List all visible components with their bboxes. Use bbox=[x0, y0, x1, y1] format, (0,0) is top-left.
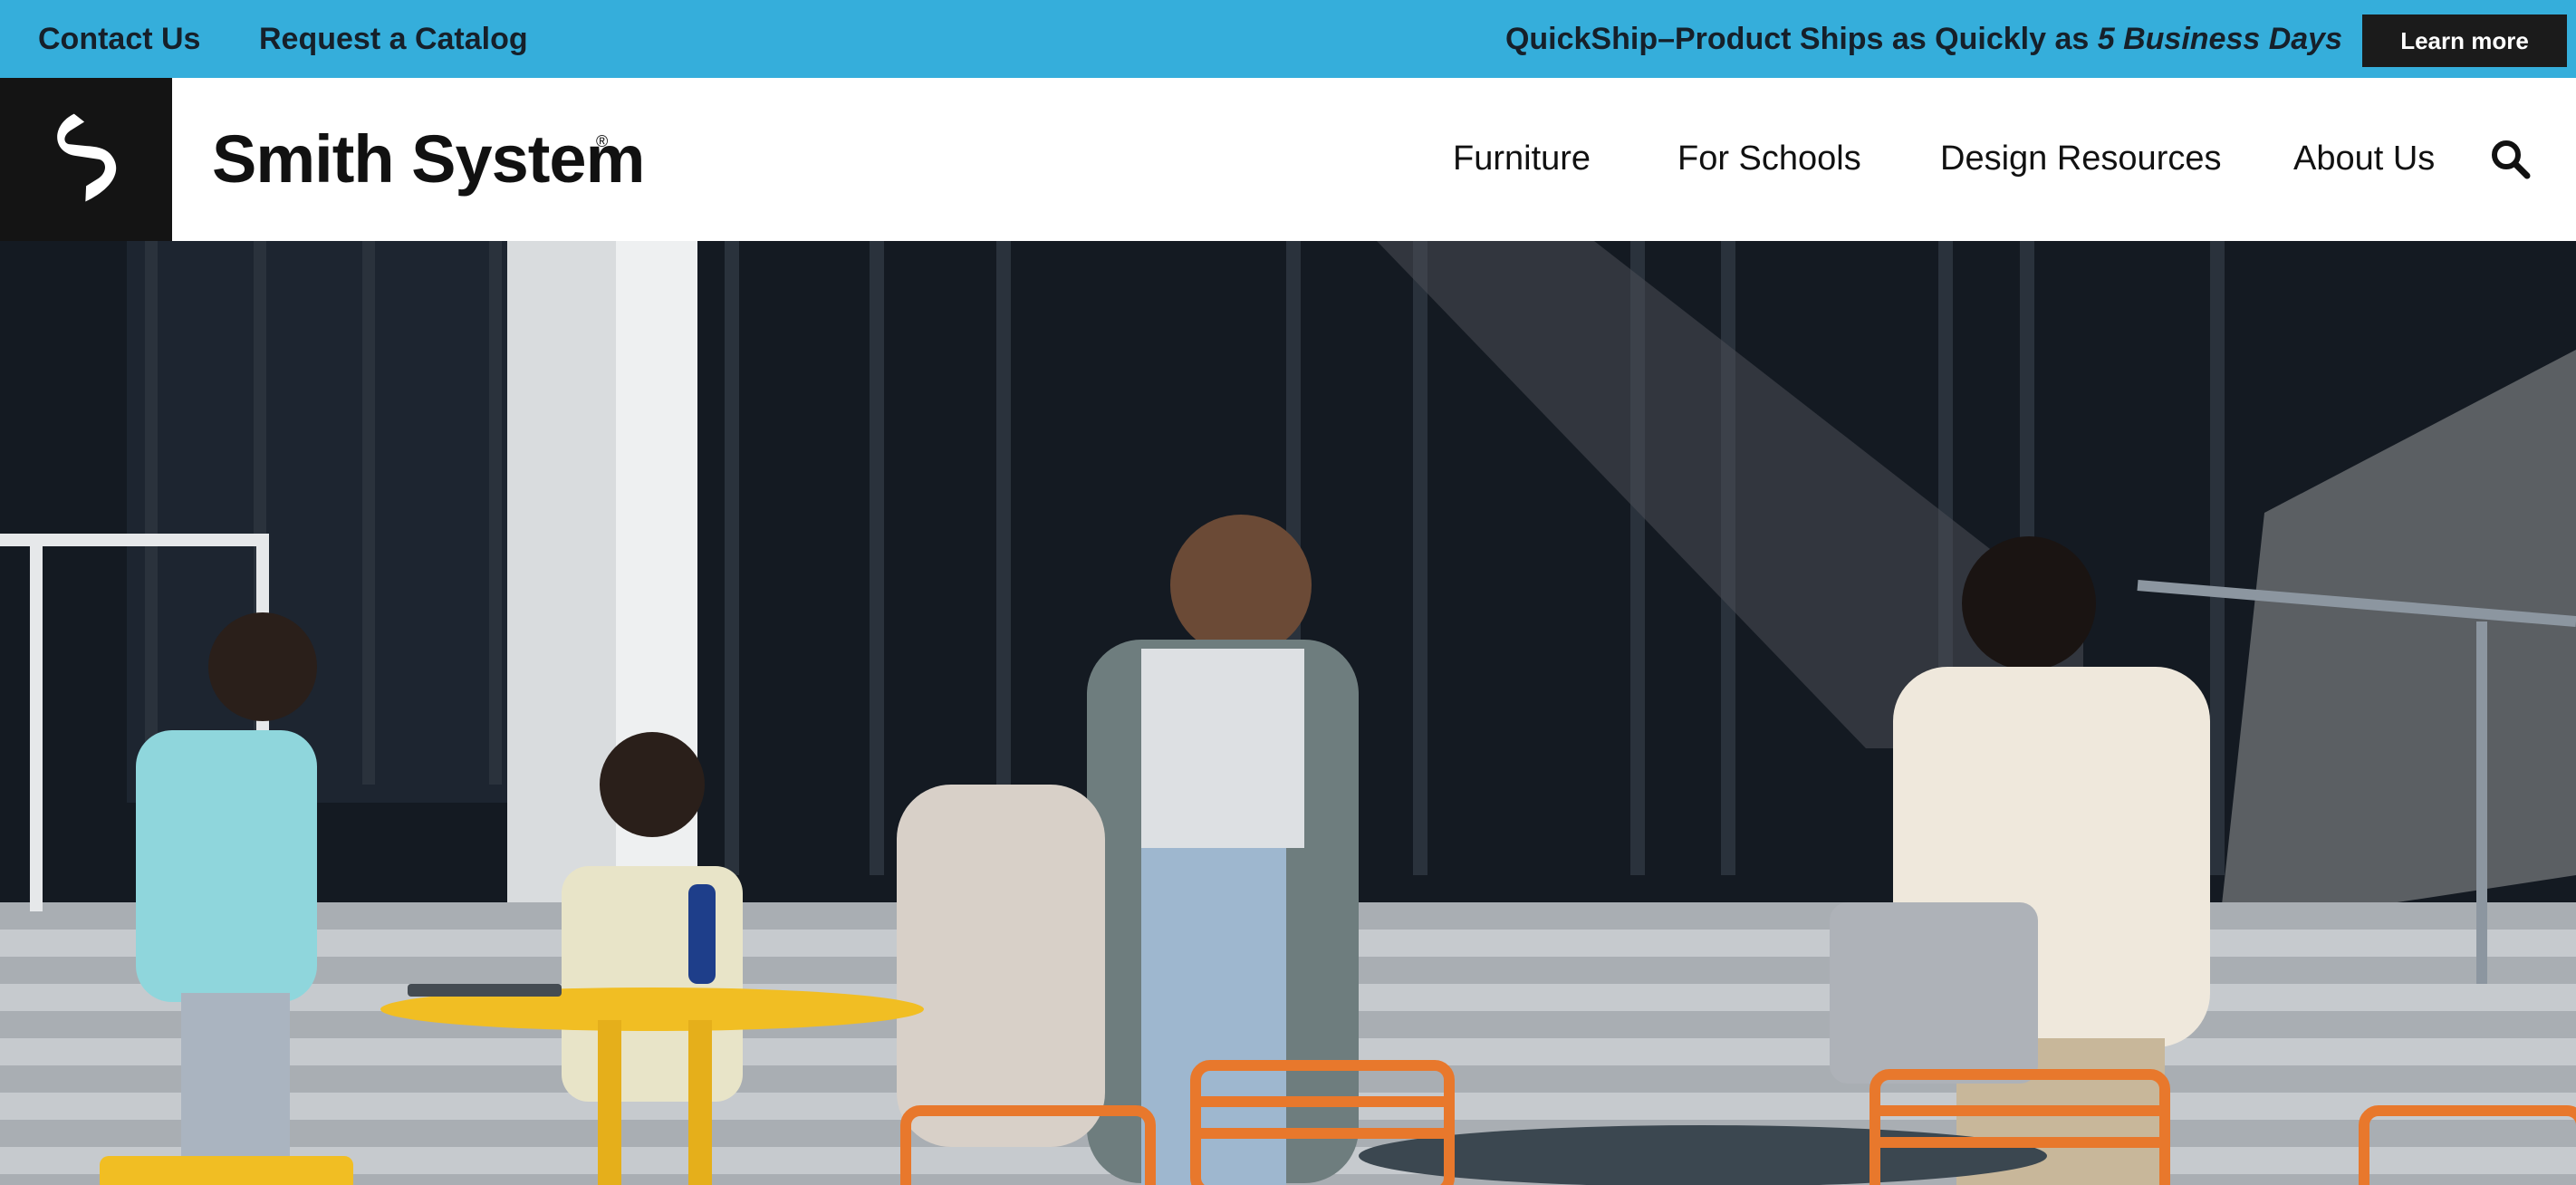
hero-scene bbox=[0, 241, 2576, 1185]
main-nav: Furniture For Schools Design Resources A… bbox=[0, 136, 2576, 181]
request-catalog-link[interactable]: Request a Catalog bbox=[259, 20, 528, 58]
hero-image bbox=[0, 241, 2576, 1185]
contact-us-link[interactable]: Contact Us bbox=[38, 20, 200, 58]
promo-emphasis: 5 Business Days bbox=[2097, 22, 2342, 56]
nav-furniture[interactable]: Furniture bbox=[1453, 136, 1591, 181]
quickship-promo: QuickShip–Product Ships as Quickly as 5 … bbox=[1505, 20, 2342, 58]
search-icon[interactable] bbox=[2489, 138, 2531, 179]
learn-more-button[interactable]: Learn more bbox=[2362, 14, 2567, 67]
site-header: Smith System ® Furniture For Schools Des… bbox=[0, 78, 2576, 241]
nav-design-resources[interactable]: Design Resources bbox=[1940, 136, 2221, 181]
nav-for-schools[interactable]: For Schools bbox=[1677, 136, 1861, 181]
promo-text: QuickShip–Product Ships as Quickly as bbox=[1504, 22, 2098, 56]
utility-bar: Contact Us Request a Catalog QuickShip–P… bbox=[0, 0, 2576, 78]
nav-about-us[interactable]: About Us bbox=[2293, 136, 2435, 181]
